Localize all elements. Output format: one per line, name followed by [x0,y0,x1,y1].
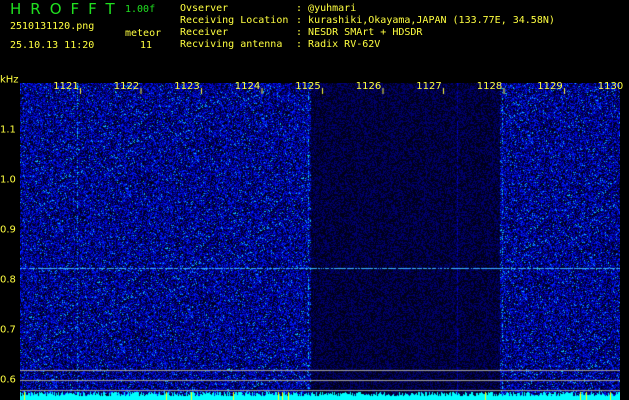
app-title: HROFFT [10,0,124,18]
x-tick-label: 1124 [234,81,261,92]
info-value: : @yuhmari [296,3,357,14]
y-tick-label: 0.8 [0,274,16,286]
file-name: 2510131120.png [10,21,95,32]
x-tick-label: 1129 [537,81,563,92]
meteor-count: 11 [140,40,153,51]
x-tick-label: 1122 [113,81,140,92]
y-tick-label: 0.6 [0,374,16,386]
spectrogram [20,83,620,400]
x-tick-label: 1123 [174,81,200,92]
hrofft-window: HROFFT 1.00f 2510131120.png 25.10.13 11:… [0,0,629,400]
y-unit-label: kHz [0,74,19,86]
info-label: Recviving antenna [180,39,283,50]
x-tick-label: 1126 [355,81,382,92]
y-tick-label: 1.0 [0,174,16,186]
x-tick-label: 1125 [295,81,321,92]
x-tick-label: 1127 [416,81,442,92]
info-value: : NESDR SMArt + HDSDR [296,27,423,38]
file-datetime: 25.10.13 11:20 [10,40,95,51]
info-label: Receiving Location [180,15,289,26]
x-tick-label: 1121 [53,81,79,92]
y-tick-label: 1.1 [0,124,16,136]
meteor-label: meteor [125,28,162,39]
info-value: : kurashiki,Okayama,JAPAN (133.77E, 34.5… [296,15,555,26]
x-tick-label: 1130 [597,81,624,92]
info-value: : Radix RV-62V [296,39,381,50]
x-tick-label: 1128 [476,81,503,92]
app-version: 1.00f [125,4,156,15]
y-tick-label: 0.9 [0,224,16,236]
info-label: Receiver [180,27,229,38]
y-tick-label: 0.7 [0,324,16,336]
info-label: Ovserver [180,3,229,14]
